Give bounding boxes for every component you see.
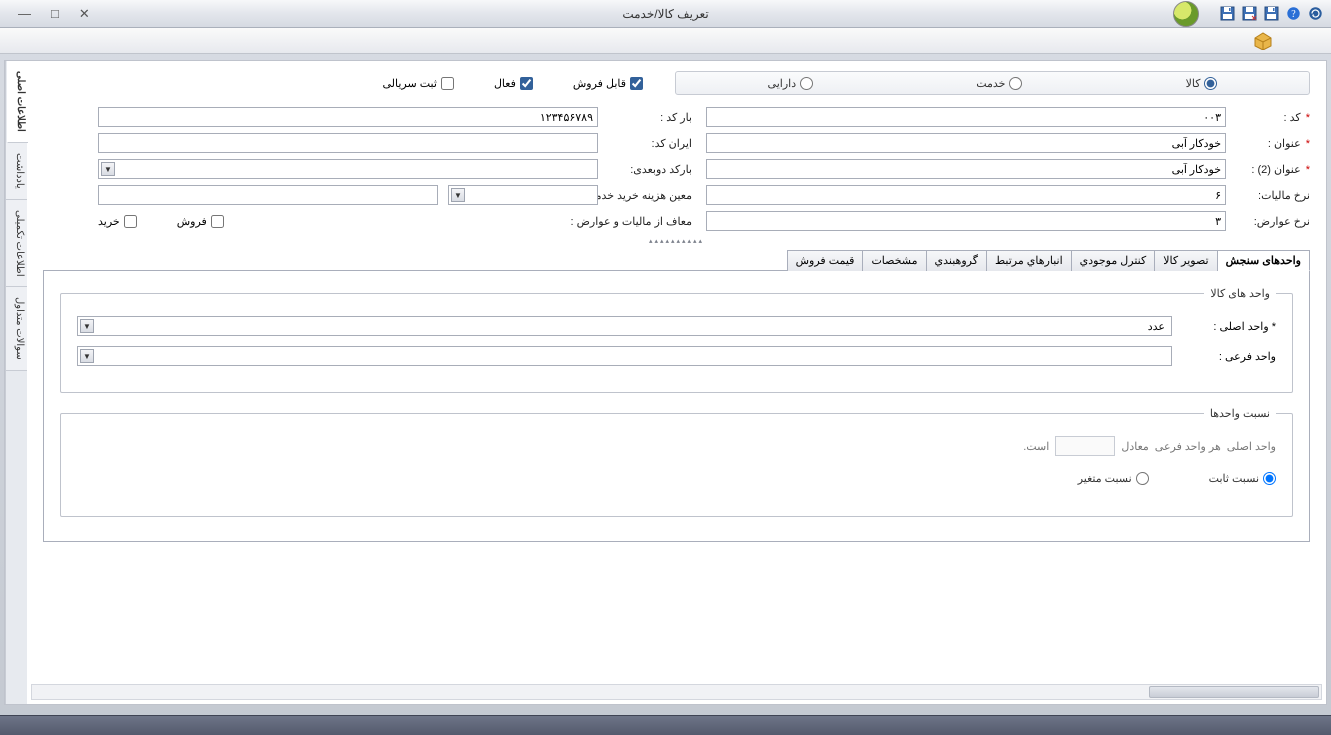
- taxrate-input[interactable]: [706, 185, 1226, 205]
- units-group: واحد های کالا * واحد اصلی : عدد▼ واحد فر…: [60, 287, 1293, 393]
- lower-content: واحد های کالا * واحد اصلی : عدد▼ واحد فر…: [43, 271, 1310, 542]
- title-input[interactable]: [706, 133, 1226, 153]
- barcode2d-label: بارکد دوبعدی:: [612, 163, 692, 176]
- main-unit-select[interactable]: عدد▼: [77, 316, 1172, 336]
- package-icon[interactable]: [1253, 32, 1273, 50]
- active-checkbox[interactable]: فعال: [494, 77, 533, 90]
- title-label: * عنوان :: [1240, 137, 1310, 150]
- titlebar: ✕ □ — تعریف کالا/خدمت ?: [0, 0, 1331, 28]
- tab-specs[interactable]: مشخصات: [862, 250, 926, 271]
- chevron-down-icon: ▼: [101, 162, 115, 176]
- sub-unit-label: واحد فرعی :: [1186, 350, 1276, 363]
- side-tab-notes[interactable]: یادداشت: [6, 143, 27, 200]
- purchaseacc-select-1[interactable]: ▼: [448, 185, 598, 205]
- ratio-group-legend: نسبت واحدها: [1204, 407, 1276, 420]
- tab-units[interactable]: واحدهای سنجش: [1217, 250, 1310, 271]
- save-close-icon[interactable]: [1241, 6, 1257, 22]
- exempt-label: معاف از مالیات و عوارض :: [612, 215, 692, 228]
- horizontal-scrollbar[interactable]: [31, 684, 1322, 700]
- taxrate-label: نرخ مالیات:: [1240, 189, 1310, 202]
- purchaseacc-input[interactable]: [98, 185, 438, 205]
- exempt-sale-checkbox[interactable]: فروش: [177, 215, 224, 228]
- ratio-variable-radio[interactable]: نسبت متغیر: [1078, 472, 1149, 485]
- chevron-down-icon: ▼: [451, 188, 465, 202]
- svg-text:?: ?: [1291, 9, 1296, 20]
- type-service-radio[interactable]: خدمت: [976, 77, 1022, 90]
- dutyrate-input[interactable]: [706, 211, 1226, 231]
- content: کالا خدمت دارایی قابل فروش فعال ثبت سریا…: [27, 61, 1326, 704]
- type-goods-radio[interactable]: کالا: [1186, 77, 1218, 90]
- tab-warehouses[interactable]: انبارهاي مرتبط: [986, 250, 1072, 271]
- collapse-toggle[interactable]: ▴▴▴▴▴▴▴▴▴▴: [43, 237, 1310, 245]
- title2-input[interactable]: [706, 159, 1226, 179]
- main-panel: کالا خدمت دارایی قابل فروش فعال ثبت سریا…: [4, 60, 1327, 705]
- barcode-label: بار کد :: [612, 111, 692, 124]
- barcode2d-select[interactable]: ▼: [98, 159, 598, 179]
- save-new-icon[interactable]: [1263, 6, 1279, 22]
- side-tabs: اطلاعات اصلی یادداشت اطلاعات تکمیلی سوال…: [5, 61, 27, 704]
- side-tab-faq[interactable]: سوالات متداول: [6, 287, 27, 371]
- tab-saleprice[interactable]: قیمت فروش: [787, 250, 864, 271]
- chevron-down-icon: ▼: [80, 319, 94, 333]
- code-label: * کد :: [1240, 111, 1310, 124]
- minimize-icon[interactable]: —: [18, 7, 31, 20]
- side-tab-main-info[interactable]: اطلاعات اصلی: [7, 61, 28, 143]
- refresh-icon[interactable]: [1307, 6, 1323, 22]
- type-asset-radio[interactable]: دارایی: [768, 77, 814, 90]
- close-icon[interactable]: ✕: [79, 7, 90, 20]
- subbar: [0, 28, 1331, 54]
- serial-checkbox[interactable]: ثبت سریالی: [382, 77, 453, 90]
- sub-unit-select[interactable]: ▼: [77, 346, 1172, 366]
- code-input[interactable]: [706, 107, 1226, 127]
- tab-grouping[interactable]: گروهبندي: [926, 250, 987, 271]
- lower-tabs: واحدهای سنجش تصویر کالا کنترل موجودي انب…: [43, 249, 1310, 271]
- saleable-checkbox[interactable]: قابل فروش: [573, 77, 643, 90]
- tab-stock[interactable]: کنترل موجودي: [1071, 250, 1156, 271]
- barcode-input[interactable]: [98, 107, 598, 127]
- dutyrate-label: نرخ عوارض:: [1240, 215, 1310, 228]
- ratio-sentence: واحد اصلی هر واحد فرعی معادل است.: [77, 436, 1276, 456]
- exempt-buy-checkbox[interactable]: خرید: [98, 215, 137, 228]
- chevron-down-icon: ▼: [80, 349, 94, 363]
- help-icon[interactable]: ?: [1285, 6, 1301, 22]
- status-bar: [0, 715, 1331, 735]
- units-group-legend: واحد های کالا: [1204, 287, 1276, 300]
- main-unit-label: * واحد اصلی :: [1186, 320, 1276, 333]
- purchaseacc-label: معین هزینه خرید خدمت:: [612, 189, 692, 202]
- app-logo-icon: [1173, 1, 1199, 27]
- side-tab-extra-info[interactable]: اطلاعات تکمیلی: [6, 200, 27, 288]
- ratio-group: نسبت واحدها واحد اصلی هر واحد فرعی معادل…: [60, 407, 1293, 517]
- ratio-fixed-radio[interactable]: نسبت ثابت: [1209, 472, 1276, 485]
- item-type-group: کالا خدمت دارایی: [675, 71, 1310, 95]
- title2-label: * عنوان (2) :: [1240, 163, 1310, 176]
- irancode-label: ایران کد:: [612, 137, 692, 150]
- irancode-input[interactable]: [98, 133, 598, 153]
- scrollbar-thumb[interactable]: [1149, 686, 1319, 698]
- maximize-icon[interactable]: □: [51, 7, 59, 20]
- tab-image[interactable]: تصویر کالا: [1154, 250, 1217, 271]
- ratio-value-input[interactable]: [1055, 436, 1115, 456]
- save-icon[interactable]: [1219, 6, 1235, 22]
- window-title: تعریف کالا/خدمت: [622, 7, 708, 21]
